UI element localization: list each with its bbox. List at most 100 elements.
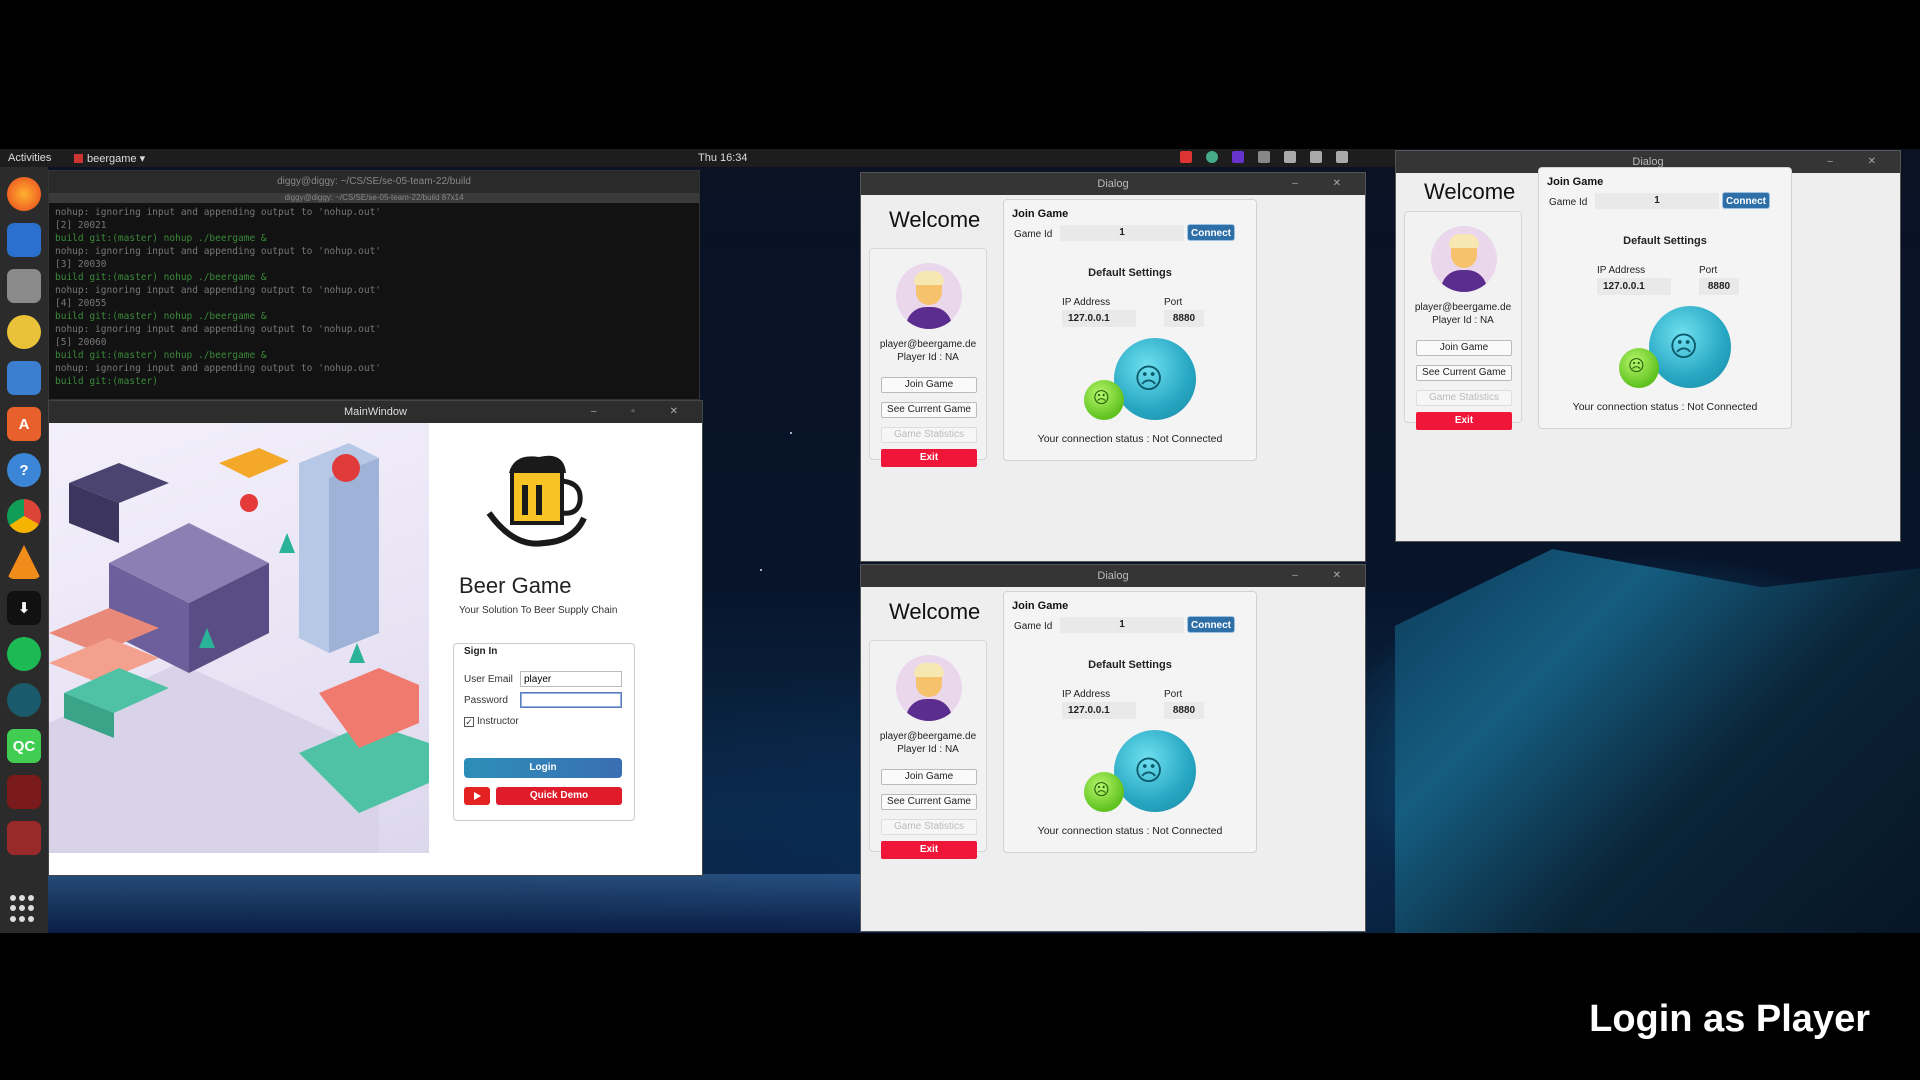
activities-button[interactable]: Activities xyxy=(8,152,51,164)
terminal-icon[interactable] xyxy=(7,775,41,809)
terminal-line: nohup: ignoring input and appending outp… xyxy=(55,285,382,296)
profile-card: player@beergame.de Player Id : NA Join G… xyxy=(869,640,987,859)
game-statistics-button[interactable]: Game Statistics xyxy=(881,427,977,443)
join-game-button[interactable]: Join Game xyxy=(881,769,977,785)
quick-demo-button[interactable]: Quick Demo xyxy=(496,787,622,805)
terminal-subtitle: diggy@diggy: ~/CS/SE/se-05-team-22/build… xyxy=(49,193,699,203)
app-grid-icon[interactable] xyxy=(10,895,38,923)
main-window-titlebar[interactable]: MainWindow – ▫ ✕ xyxy=(49,401,702,423)
power-icon[interactable] xyxy=(1336,151,1348,163)
instructor-label: Instructor xyxy=(477,716,519,727)
clock[interactable]: Thu 16:34 xyxy=(698,152,748,164)
game-statistics-button[interactable]: Game Statistics xyxy=(1416,390,1512,406)
connect-button[interactable]: Connect xyxy=(1187,224,1235,241)
firefox-icon[interactable] xyxy=(7,177,41,211)
port-field[interactable]: 8880 xyxy=(1164,702,1204,719)
exit-button[interactable]: Exit xyxy=(881,449,977,467)
window-controls[interactable]: – ▫ ✕ xyxy=(591,401,694,423)
qt-creator-icon[interactable]: QC xyxy=(7,729,41,763)
player-email: player@beergame.de xyxy=(879,731,977,742)
join-game-panel: Join Game Game Id 1 Connect Default Sett… xyxy=(1003,199,1257,461)
volume-icon[interactable] xyxy=(1310,151,1322,163)
exit-button[interactable]: Exit xyxy=(1416,412,1512,430)
player-id: Player Id : NA xyxy=(897,744,959,755)
game-id-input[interactable]: 1 xyxy=(1060,225,1184,241)
join-game-title: Join Game xyxy=(1012,600,1069,612)
game-statistics-button[interactable]: Game Statistics xyxy=(881,819,977,835)
software-icon[interactable]: A xyxy=(7,407,41,441)
terminal-output[interactable]: nohup: ignoring input and appending outp… xyxy=(49,203,699,391)
downloader-icon[interactable]: ⬇ xyxy=(7,591,41,625)
ip-address-field[interactable]: 127.0.0.1 xyxy=(1597,278,1671,295)
game-id-input[interactable]: 1 xyxy=(1060,617,1184,633)
see-current-game-button[interactable]: See Current Game xyxy=(1416,365,1512,381)
dock: A ? ⬇ QC xyxy=(0,167,48,933)
chrome-tray-icon[interactable] xyxy=(1206,151,1218,163)
player-id: Player Id : NA xyxy=(1432,315,1494,326)
terminal-line: [5] 20060 xyxy=(55,337,107,348)
chrome-icon[interactable] xyxy=(7,499,41,533)
terminal-window[interactable]: diggy@diggy: ~/CS/SE/se-05-team-22/build… xyxy=(48,170,700,400)
dialog-window-1: Dialog – ✕ Welcome player@beergame.de Pl… xyxy=(860,172,1366,562)
terminal-line: build git:(master) nohup ./beergame & xyxy=(55,311,267,322)
see-current-game-button[interactable]: See Current Game xyxy=(881,402,977,418)
vlc-icon[interactable] xyxy=(7,545,41,579)
files-icon[interactable] xyxy=(7,269,41,303)
game-id-label: Game Id xyxy=(1014,621,1053,632)
login-button[interactable]: Login xyxy=(464,758,622,778)
see-current-game-button[interactable]: See Current Game xyxy=(881,794,977,810)
window-controls[interactable]: – ✕ xyxy=(1827,151,1892,173)
record-icon[interactable] xyxy=(1180,151,1192,163)
app-icon xyxy=(74,154,83,163)
password-label: Password xyxy=(464,695,508,706)
instructor-row[interactable]: ✓ Instructor xyxy=(464,716,519,727)
ip-address-field[interactable]: 127.0.0.1 xyxy=(1062,310,1136,327)
instructor-checkbox[interactable]: ✓ xyxy=(464,717,474,727)
system-tray[interactable] xyxy=(1180,151,1348,163)
rhythmbox-icon[interactable] xyxy=(7,315,41,349)
welcome-heading: Welcome xyxy=(889,207,981,232)
vpn-icon[interactable] xyxy=(7,683,41,717)
dialog-title: Dialog xyxy=(1097,570,1129,582)
connect-button[interactable]: Connect xyxy=(1187,616,1235,633)
thunderbird-icon[interactable] xyxy=(7,223,41,257)
connection-status: Your connection status : Not Connected xyxy=(1037,825,1223,837)
password-field[interactable] xyxy=(520,692,622,708)
join-game-button[interactable]: Join Game xyxy=(1416,340,1512,356)
signin-group: Sign In User Email Password ✓Instructor … xyxy=(453,643,635,821)
writer-icon[interactable] xyxy=(7,361,41,395)
sad-globe-icon: ☹ xyxy=(1114,338,1196,420)
port-field[interactable]: 8880 xyxy=(1699,278,1739,295)
welcome-heading: Welcome xyxy=(889,599,981,624)
app-menu-label: beergame xyxy=(87,153,137,165)
email-field[interactable] xyxy=(520,671,622,687)
dialog-titlebar[interactable]: Dialog – ✕ xyxy=(861,565,1365,587)
email-label: User Email xyxy=(464,674,513,685)
help-icon[interactable]: ? xyxy=(7,453,41,487)
terminal-line: build git:(master) xyxy=(55,376,158,387)
app-menu[interactable]: beergame ▾ xyxy=(74,152,145,165)
connect-button[interactable]: Connect xyxy=(1722,192,1770,209)
window-controls[interactable]: – ✕ xyxy=(1292,565,1357,587)
connection-status: Your connection status : Not Connected xyxy=(1037,433,1223,445)
window-controls[interactable]: – ✕ xyxy=(1292,173,1357,195)
dialog-titlebar[interactable]: Dialog – ✕ xyxy=(861,173,1365,195)
terminal-line: [3] 20030 xyxy=(55,259,107,270)
vpn-tray-icon[interactable] xyxy=(1232,151,1244,163)
avatar xyxy=(896,655,962,721)
video-caption: Login as Player xyxy=(1589,998,1870,1040)
screen-recorder-icon[interactable] xyxy=(7,821,41,855)
ip-address-field[interactable]: 127.0.0.1 xyxy=(1062,702,1136,719)
network-icon[interactable] xyxy=(1284,151,1296,163)
join-game-button[interactable]: Join Game xyxy=(881,377,977,393)
bluetooth-icon[interactable] xyxy=(1258,151,1270,163)
exit-button[interactable]: Exit xyxy=(881,841,977,859)
spotify-icon[interactable] xyxy=(7,637,41,671)
password-row: Password xyxy=(464,692,622,708)
youtube-icon[interactable] xyxy=(464,787,490,805)
port-field[interactable]: 8880 xyxy=(1164,310,1204,327)
terminal-line: [4] 20055 xyxy=(55,298,107,309)
game-id-input[interactable]: 1 xyxy=(1595,193,1719,209)
port-label: Port xyxy=(1164,689,1183,700)
join-game-panel: Join Game Game Id 1 Connect Default Sett… xyxy=(1003,591,1257,853)
